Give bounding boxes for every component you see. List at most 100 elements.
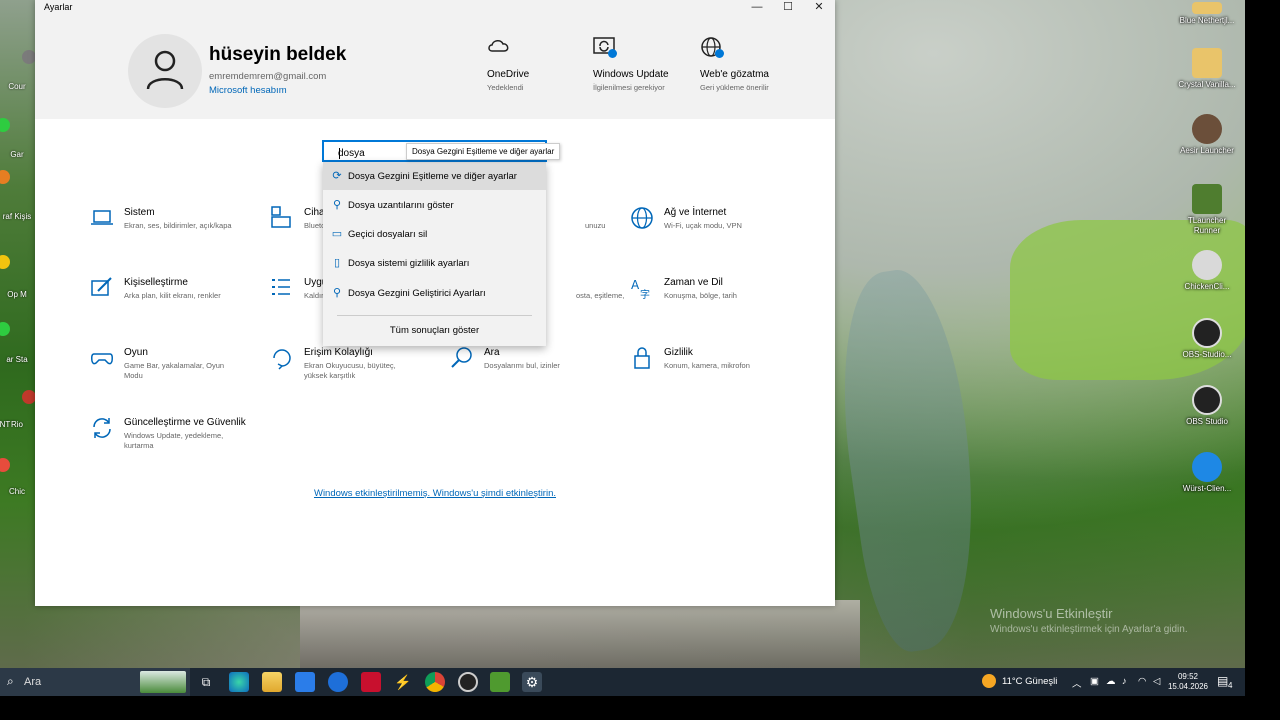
edge-icon[interactable] xyxy=(229,672,249,692)
clock-time: 09:52 xyxy=(1177,672,1199,681)
web-browsing-item[interactable]: Web'e gözatma Geri yükleme önerilir xyxy=(700,36,800,93)
desktop-icon[interactable]: OBS Studio xyxy=(1178,385,1236,427)
clock[interactable]: 09:52 15.04.2026 xyxy=(1166,672,1210,692)
weather-text[interactable]: 11°C Güneşli xyxy=(1002,676,1057,687)
bolt-app-icon[interactable]: ⚡ xyxy=(393,672,413,692)
close-button[interactable]: ✕ xyxy=(804,0,834,14)
category-network[interactable]: Ağ ve İnternet Wi-Fi, uçak modu, VPN xyxy=(630,206,790,266)
left-desktop-icon[interactable]: Op M xyxy=(0,290,34,299)
desktop-icon[interactable]: TLauncher Runner xyxy=(1178,184,1236,236)
category-system[interactable]: Sistem Ekran, ses, bildirimler, açık/kap… xyxy=(90,206,250,266)
suggestion-item[interactable]: ⟳ Dosya Gezgini Eşitleme ve diğer ayarla… xyxy=(323,162,546,190)
laptop-icon xyxy=(91,210,113,225)
user-icon xyxy=(146,50,184,90)
wallpaper-castle xyxy=(300,600,860,668)
network-tray-icon[interactable]: ▣ xyxy=(1090,676,1099,687)
tool-icon: ⚲ xyxy=(332,287,342,299)
weather-icon[interactable] xyxy=(982,674,996,688)
search-suggestions: ⟳ Dosya Gezgini Eşitleme ve diğer ayarla… xyxy=(323,162,546,346)
category-search[interactable]: Ara Dosyalarımı bul, izinler xyxy=(450,346,610,406)
aesir-launcher-icon xyxy=(1192,114,1222,144)
suggestion-item[interactable]: ▭ Geçici dosyaları sil xyxy=(323,220,546,248)
desktop-icon[interactable]: Aesir Launcher xyxy=(1178,114,1236,156)
tlauncher-icon xyxy=(1192,184,1222,214)
minimize-button[interactable]: — xyxy=(742,0,772,14)
taskbar: ⌕ Ara ⧉ ⚡ ⚙ 11°C Güneşli ︿ ▣ ☁ ♪ ◠ ◁ 09:… xyxy=(0,668,1245,696)
status-badge xyxy=(715,49,724,58)
desktop-icon[interactable]: Blue Nethertjl... xyxy=(1178,2,1236,26)
search-icon: ⌕ xyxy=(7,674,14,688)
list-icon xyxy=(272,279,290,295)
account-email: emremdemrem@gmail.com xyxy=(209,71,327,82)
divider xyxy=(337,315,532,316)
svg-text:字: 字 xyxy=(640,288,650,300)
language-icon: A字 xyxy=(631,278,650,300)
category-update-security[interactable]: Güncelleştirme ve Güvenlik Windows Updat… xyxy=(90,416,250,476)
windows-update-item[interactable]: Windows Update İlgilenilmesi gerekiyor xyxy=(593,36,683,93)
accessibility-icon xyxy=(273,349,291,370)
title-bar[interactable]: Ayarlar — ☐ ✕ xyxy=(35,0,835,14)
category-time-language[interactable]: A字 Zaman ve Dil Konuşma, bölge, tarih xyxy=(630,276,790,336)
outlook-icon[interactable] xyxy=(328,672,348,692)
onedrive-item[interactable]: OneDrive Yedeklendi xyxy=(487,36,587,93)
obs-icon[interactable] xyxy=(458,672,478,692)
search-icon xyxy=(451,347,472,368)
svg-text:A: A xyxy=(631,278,640,292)
desktop-icon[interactable]: Würst-Clien... xyxy=(1178,452,1236,494)
file-explorer-icon[interactable] xyxy=(262,672,282,692)
wifi-icon[interactable]: ◠ xyxy=(1138,676,1146,687)
edge-legacy-icon xyxy=(1192,452,1222,482)
drive-icon: ▭ xyxy=(331,228,343,240)
notification-icon[interactable]: ▤ xyxy=(1217,674,1228,688)
document-icon: ▯ xyxy=(333,257,341,269)
screen-border xyxy=(0,696,1280,720)
tooltip: Dosya Gezgini Eşitleme ve diğer ayarlar xyxy=(406,143,561,160)
category-ease-of-access[interactable]: Erişim Kolaylığı Ekran Okuyucusu, büyüte… xyxy=(270,346,430,406)
desktop-icon[interactable]: ChickenCli... xyxy=(1178,250,1236,292)
suggestion-item[interactable]: ⚲ Dosya uzantılarını göster xyxy=(323,191,546,219)
folder-icon xyxy=(1192,2,1222,14)
task-view-icon[interactable]: ⧉ xyxy=(196,672,216,692)
left-desktop-icon[interactable]: NT xyxy=(0,420,22,429)
show-all-results-button[interactable]: Tüm sonuçları göster xyxy=(323,325,546,336)
category-gaming[interactable]: Oyun Game Bar, yakalamalar, Oyun Modu xyxy=(90,346,250,406)
sync-icon xyxy=(93,418,111,438)
left-desktop-icon[interactable]: Chic xyxy=(0,487,34,496)
left-desktop-icons: Cour Gar raf Kişis Op M ar Sta Rio NT Ch… xyxy=(0,0,36,668)
taskbar-search[interactable]: ⌕ Ara xyxy=(0,668,190,696)
maximize-button[interactable]: ☐ xyxy=(773,0,803,14)
cloud-icon xyxy=(488,40,509,52)
chrome-icon[interactable] xyxy=(425,672,445,692)
brush-icon xyxy=(91,277,112,296)
taskbar-search-placeholder: Ara xyxy=(24,676,42,688)
left-desktop-icon[interactable]: ar Sta xyxy=(0,355,34,364)
left-desktop-icon[interactable]: Cour xyxy=(0,82,34,91)
chevron-up-icon[interactable]: ︿ xyxy=(1072,676,1082,690)
desktop-icon[interactable]: Crystal Vanilla... xyxy=(1178,48,1236,90)
account-name: hüseyin beldek xyxy=(209,44,347,65)
microphone-icon[interactable]: ♪ xyxy=(1122,676,1127,687)
category-privacy[interactable]: Gizlilik Konum, kamera, mikrofon xyxy=(630,346,790,406)
account-header: hüseyin beldek emremdemrem@gmail.com Mic… xyxy=(35,14,835,119)
desktop-icon[interactable]: OBS-Studio... xyxy=(1178,318,1236,360)
microsoft-account-link[interactable]: Microsoft hesabım xyxy=(209,85,287,96)
suggestion-item[interactable]: ⚲ Dosya Gezgini Geliştirici Ayarları xyxy=(323,279,546,307)
cloud-tray-icon[interactable]: ☁ xyxy=(1106,676,1116,687)
sync-icon: ⟳ xyxy=(332,170,342,182)
search-highlight-image xyxy=(140,671,186,693)
status-badge xyxy=(608,49,617,58)
suggestion-item[interactable]: ▯ Dosya sistemi gizlilik ayarları xyxy=(323,249,546,277)
screen-border xyxy=(1245,0,1280,720)
left-desktop-icon[interactable]: Gar xyxy=(0,150,34,159)
volume-icon[interactable]: ◁ xyxy=(1153,676,1160,687)
activation-watermark-text: Windows'u etkinleştirmek için Ayarlar'a … xyxy=(990,624,1188,635)
settings-icon[interactable]: ⚙ xyxy=(522,672,542,692)
activate-windows-link[interactable]: Windows etkinleştirilmemiş. Windows'u şi… xyxy=(35,488,835,499)
amd-icon[interactable] xyxy=(361,672,381,692)
avatar[interactable] xyxy=(128,34,202,108)
notification-count: 4 xyxy=(1228,681,1233,690)
category-personalization[interactable]: Kişiselleştirme Arka plan, kilit ekranı,… xyxy=(90,276,250,336)
minecraft-icon[interactable] xyxy=(490,672,510,692)
store-icon[interactable] xyxy=(295,672,315,692)
left-desktop-icon[interactable]: raf Kişis xyxy=(0,212,34,221)
